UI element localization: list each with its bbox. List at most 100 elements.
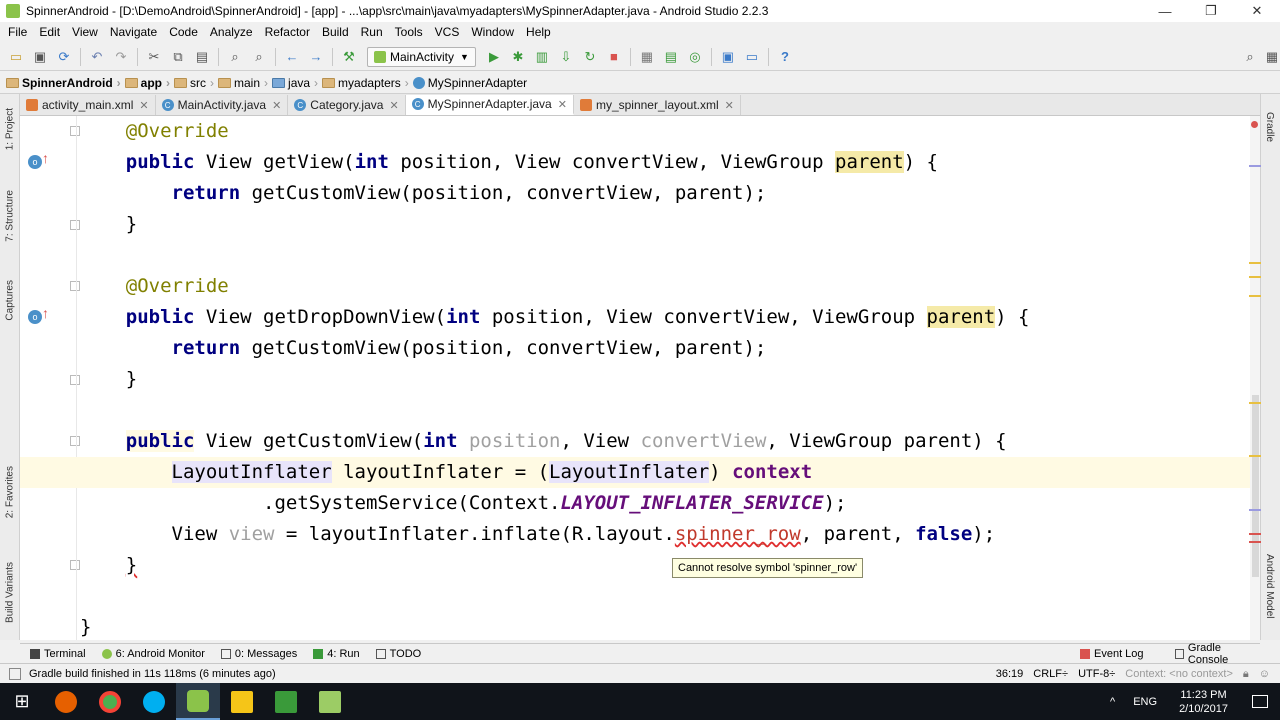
sync-icon[interactable]: ⟳: [56, 49, 72, 65]
tool-gradle-console[interactable]: Gradle Console: [1175, 642, 1254, 666]
close-icon[interactable]: ✕: [139, 99, 148, 112]
tool-terminal[interactable]: Terminal: [30, 648, 86, 660]
input-language[interactable]: ENG: [1133, 696, 1157, 708]
stop-icon[interactable]: ■: [606, 49, 622, 65]
tab-main-activity-java[interactable]: C MainActivity.java ✕: [156, 95, 289, 115]
menu-view[interactable]: View: [66, 25, 104, 39]
override-method-icon[interactable]: o: [28, 310, 42, 324]
tool-build-variants[interactable]: Build Variants: [2, 562, 18, 623]
sdk-manager-icon[interactable]: ▦: [639, 49, 655, 65]
tool-android-monitor[interactable]: 6: Android Monitor: [101, 648, 205, 660]
menu-analyze[interactable]: Analyze: [204, 25, 259, 39]
error-stripe-marker[interactable]: [1249, 533, 1261, 535]
taskbar-android-studio[interactable]: [176, 683, 220, 720]
error-stripe-marker[interactable]: [1249, 295, 1261, 297]
close-icon[interactable]: ✕: [389, 99, 398, 112]
clock[interactable]: 11:23 PM 2/10/2017: [1179, 688, 1228, 716]
tool-gradle[interactable]: Gradle: [1264, 112, 1275, 142]
menu-tools[interactable]: Tools: [389, 25, 429, 39]
debug-icon[interactable]: ✱: [510, 49, 526, 65]
menu-code[interactable]: Code: [163, 25, 204, 39]
code-editor[interactable]: o ↑ o ↑ @Override public View getView(in…: [20, 116, 1250, 640]
menu-build[interactable]: Build: [316, 25, 355, 39]
error-indicator-icon[interactable]: [1251, 121, 1258, 128]
start-button[interactable]: ⊞: [0, 683, 44, 720]
menu-refactor[interactable]: Refactor: [259, 25, 316, 39]
menu-edit[interactable]: Edit: [33, 25, 66, 39]
scrollbar-thumb[interactable]: [1252, 395, 1259, 577]
taskbar-chrome[interactable]: [88, 683, 132, 720]
tab-activity-main-xml[interactable]: activity_main.xml ✕: [20, 95, 156, 115]
tool-captures[interactable]: Captures: [2, 280, 18, 321]
menu-run[interactable]: Run: [355, 25, 389, 39]
error-stripe-marker[interactable]: [1249, 402, 1261, 404]
gradle-sync-icon[interactable]: ◎: [687, 49, 703, 65]
error-stripe-marker[interactable]: [1249, 276, 1261, 278]
breadcrumb-main[interactable]: main ›: [218, 76, 268, 90]
maximize-button[interactable]: ❐: [1188, 0, 1234, 22]
attach-debugger-icon[interactable]: ⇩: [558, 49, 574, 65]
caret-position[interactable]: 36:19: [996, 668, 1024, 680]
apply-changes-icon[interactable]: ↻: [582, 49, 598, 65]
save-icon[interactable]: ▣: [32, 49, 48, 65]
close-button[interactable]: ✕: [1234, 0, 1280, 22]
undo-icon[interactable]: ↶: [89, 49, 105, 65]
forward-icon[interactable]: →: [308, 49, 324, 65]
tool-event-log[interactable]: Event Log: [1080, 648, 1144, 660]
fold-marker-icon[interactable]: [70, 220, 80, 230]
cut-icon[interactable]: ✂: [146, 49, 162, 65]
make-project-icon[interactable]: ⚒: [341, 49, 357, 65]
lock-icon[interactable]: 🔒︎: [1243, 668, 1249, 681]
menu-navigate[interactable]: Navigate: [104, 25, 163, 39]
inspector-icon[interactable]: ☺: [1259, 668, 1270, 680]
tool-structure[interactable]: 7: Structure: [2, 190, 18, 242]
breadcrumb-myadapters[interactable]: myadapters ›: [322, 76, 409, 90]
breadcrumb-project[interactable]: SpinnerAndroid ›: [6, 76, 121, 90]
close-icon[interactable]: ✕: [558, 98, 567, 111]
error-stripe-marker[interactable]: [1249, 509, 1261, 511]
override-method-icon[interactable]: o: [28, 155, 42, 169]
chevron-up-icon[interactable]: ^: [1110, 696, 1115, 708]
error-stripe-marker[interactable]: [1249, 165, 1261, 167]
run-icon[interactable]: ▶: [486, 49, 502, 65]
breadcrumb-java[interactable]: java ›: [272, 76, 318, 90]
breadcrumb-class[interactable]: MySpinnerAdapter: [412, 76, 527, 90]
minimize-button[interactable]: —: [1142, 0, 1188, 22]
close-icon[interactable]: ✕: [272, 99, 281, 112]
line-separator[interactable]: CRLF÷: [1033, 668, 1068, 680]
run-configuration-select[interactable]: MainActivity ▼: [367, 46, 476, 67]
tool-project[interactable]: 1: Project: [2, 108, 18, 150]
fold-marker-icon[interactable]: [70, 560, 80, 570]
coverage-icon[interactable]: ▥: [534, 49, 550, 65]
menu-vcs[interactable]: VCS: [429, 25, 466, 39]
taskbar-file-explorer[interactable]: [220, 683, 264, 720]
paste-icon[interactable]: ▤: [194, 49, 210, 65]
project-structure-icon[interactable]: ▣: [720, 49, 736, 65]
menu-file[interactable]: File: [2, 25, 33, 39]
replace-icon[interactable]: ⌕: [251, 49, 267, 65]
error-stripe-marker[interactable]: [1249, 262, 1261, 264]
tab-category-java[interactable]: C Category.java ✕: [288, 95, 406, 115]
error-stripe-marker[interactable]: [1249, 541, 1261, 543]
menu-window[interactable]: Window: [465, 25, 520, 39]
find-icon[interactable]: ⌕: [227, 49, 243, 65]
fold-marker-icon[interactable]: [70, 126, 80, 136]
taskbar-app[interactable]: [264, 683, 308, 720]
close-icon[interactable]: ✕: [725, 99, 734, 112]
fold-marker-icon[interactable]: [70, 375, 80, 385]
search-everywhere-icon[interactable]: ⌕: [1242, 49, 1258, 65]
help-icon[interactable]: ?: [777, 49, 793, 65]
device-monitor-icon[interactable]: ▭: [744, 49, 760, 65]
taskbar-firefox[interactable]: [44, 683, 88, 720]
error-stripe-marker[interactable]: [1249, 455, 1261, 457]
copy-icon[interactable]: ⧉: [170, 49, 186, 65]
tool-todo[interactable]: TODO: [375, 648, 421, 660]
tool-android-model[interactable]: Android Model: [1264, 554, 1275, 618]
avd-manager-icon[interactable]: ▤: [663, 49, 679, 65]
tool-favorites[interactable]: 2: Favorites: [2, 466, 18, 518]
taskbar-skype[interactable]: [132, 683, 176, 720]
tab-my-spinner-layout-xml[interactable]: my_spinner_layout.xml ✕: [574, 95, 741, 115]
file-encoding[interactable]: UTF-8÷: [1078, 668, 1115, 680]
settings-grid-icon[interactable]: ▦: [1264, 49, 1280, 65]
arrow-up-icon[interactable]: ↑: [42, 150, 49, 166]
